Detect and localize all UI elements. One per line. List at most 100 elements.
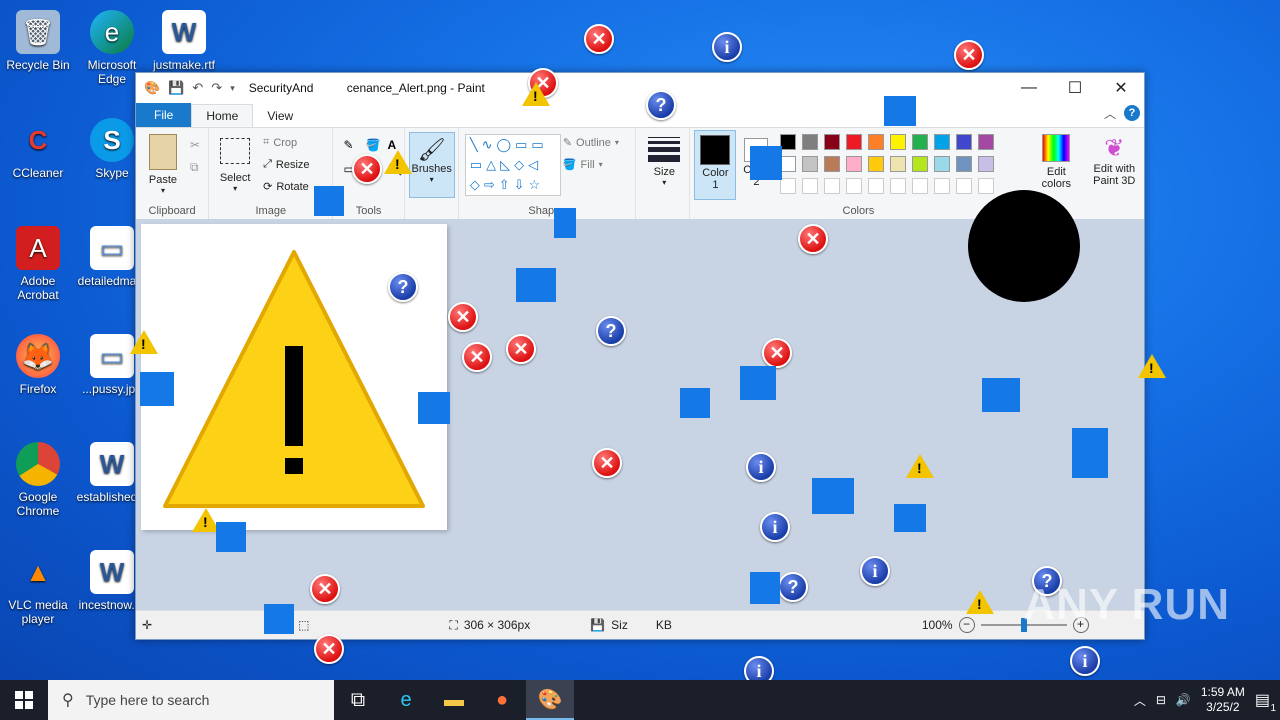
taskbar-paint[interactable]: 🎨 xyxy=(526,680,574,720)
undo-icon[interactable]: ↶ xyxy=(192,80,203,96)
customize-dropdown-icon[interactable]: ▾ xyxy=(230,83,235,94)
recycle-bin-icon: 🗑 xyxy=(16,10,60,54)
desktop-icon-acrobat[interactable]: A Adobe Acrobat xyxy=(0,226,76,302)
info-icon: i xyxy=(746,452,776,482)
palette-swatch[interactable] xyxy=(890,134,907,150)
palette-swatch[interactable] xyxy=(868,134,885,150)
palette-empty-swatch[interactable] xyxy=(824,178,841,194)
glitch-block xyxy=(894,504,926,532)
redo-icon[interactable]: ↷ xyxy=(211,80,222,96)
minimize-button[interactable]: — xyxy=(1006,73,1052,103)
help-icon[interactable]: ? xyxy=(1124,105,1140,121)
palette-swatch[interactable] xyxy=(912,134,929,150)
outline-button[interactable]: ✎ Outline ▾ xyxy=(563,136,619,150)
search-placeholder: Type here to search xyxy=(85,692,210,708)
palette-swatch[interactable] xyxy=(824,156,841,172)
palette-swatch[interactable] xyxy=(846,134,863,150)
palette-swatch[interactable] xyxy=(890,156,907,172)
task-view-button[interactable]: ⧉ xyxy=(334,680,382,720)
crop-button[interactable]: ⌗ Crop xyxy=(263,136,297,149)
paste-button[interactable]: Paste ▾ xyxy=(146,134,180,195)
palette-swatch[interactable] xyxy=(802,156,819,172)
skype-icon: S xyxy=(90,118,134,162)
rotate-button[interactable]: ⟳ Rotate xyxy=(263,180,309,194)
network-icon[interactable]: ⊟ xyxy=(1156,693,1166,707)
brushes-button[interactable]: 🖌 Brushes ▾ xyxy=(408,132,455,198)
palette-swatch[interactable] xyxy=(912,156,929,172)
desktop-icon-recycle-bin[interactable]: 🗑 Recycle Bin xyxy=(0,10,76,72)
palette-swatch[interactable] xyxy=(934,134,951,150)
palette-empty-swatch[interactable] xyxy=(934,178,951,194)
size-button[interactable]: Size ▾ xyxy=(644,134,684,187)
error-icon: ✕ xyxy=(310,574,340,604)
image-canvas[interactable] xyxy=(141,224,447,530)
tab-file[interactable]: File xyxy=(136,103,192,127)
palette-empty-swatch[interactable] xyxy=(978,178,995,194)
desktop: 🗑 Recycle Bin e Microsoft Edge W justmak… xyxy=(0,0,1280,686)
pencil-icon[interactable]: ✎ xyxy=(343,138,353,152)
palette-swatch[interactable] xyxy=(802,134,819,150)
edit-colors-button[interactable]: Edit colors xyxy=(1032,134,1080,190)
palette-empty-swatch[interactable] xyxy=(780,178,797,194)
volume-icon[interactable]: 🔊 xyxy=(1176,693,1191,707)
collapse-ribbon-icon[interactable]: ︿ xyxy=(1104,105,1116,122)
warning-icon xyxy=(130,330,158,354)
taskbar-search[interactable]: ⚲ Type here to search xyxy=(48,680,334,720)
error-icon: ✕ xyxy=(314,634,344,664)
select-button[interactable]: Select ▾ xyxy=(215,134,255,193)
zoom-out-button[interactable]: − xyxy=(958,617,975,633)
shapes-group: ╲∿◯▭▭ ▭△◺◇◁ ◇⇨⇧⇩☆ ✎ Outline ▾ 🪣 Fill ▾ Shapes xyxy=(459,128,637,220)
copy-icon[interactable]: ⧉ xyxy=(190,160,199,175)
desktop-icon-label: ...pussy.jpg xyxy=(82,382,142,396)
desktop-icon-ccleaner[interactable]: C CCleaner xyxy=(0,118,76,180)
search-icon: ⚲ xyxy=(62,692,74,709)
desktop-icon-firefox[interactable]: 🦊 Firefox xyxy=(0,334,76,396)
palette-swatch[interactable] xyxy=(978,156,995,172)
taskbar-explorer[interactable]: ▬ xyxy=(430,680,478,720)
fill-icon[interactable]: 🪣 xyxy=(365,138,380,152)
warning-icon xyxy=(384,150,412,174)
tab-view[interactable]: View xyxy=(253,105,307,127)
start-button[interactable] xyxy=(0,680,48,720)
taskbar-edge[interactable]: e xyxy=(382,680,430,720)
tray-chevron-icon[interactable]: ︿ xyxy=(1134,692,1146,709)
clock[interactable]: 1:59 AM 3/25/2 xyxy=(1201,685,1245,715)
tab-home[interactable]: Home xyxy=(191,104,254,127)
palette-swatch[interactable] xyxy=(934,156,951,172)
notification-icon[interactable]: ▤ 1 xyxy=(1255,690,1276,714)
palette-empty-swatch[interactable] xyxy=(956,178,973,194)
vlc-icon: ▲ xyxy=(25,557,51,587)
palette-empty-swatch[interactable] xyxy=(846,178,863,194)
palette-empty-swatch[interactable] xyxy=(868,178,885,194)
resize-button[interactable]: ⤢ Resize xyxy=(263,158,309,171)
close-button[interactable]: ✕ xyxy=(1098,73,1144,103)
palette-empty-swatch[interactable] xyxy=(802,178,819,194)
palette-swatch[interactable] xyxy=(868,156,885,172)
palette-swatch[interactable] xyxy=(956,134,973,150)
palette-empty-swatch[interactable] xyxy=(890,178,907,194)
palette-swatch[interactable] xyxy=(956,156,973,172)
maximize-button[interactable]: ☐ xyxy=(1052,73,1098,103)
palette-swatch[interactable] xyxy=(824,134,841,150)
edge-icon: e xyxy=(90,10,134,54)
desktop-icon-chrome[interactable]: Google Chrome xyxy=(0,442,76,518)
desktop-icon-vlc[interactable]: ▲ VLC media player xyxy=(0,550,76,626)
palette-swatch[interactable] xyxy=(978,134,995,150)
glitch-block xyxy=(812,478,854,514)
taskbar: ⚲ Type here to search ⧉ e ▬ ● 🎨 ︿ ⊟ 🔊 1:… xyxy=(0,680,1280,720)
warning-icon xyxy=(966,590,994,614)
palette-swatch[interactable] xyxy=(780,156,797,172)
fill-button[interactable]: 🪣 Fill ▾ xyxy=(563,158,603,172)
save-icon[interactable]: 💾 xyxy=(168,80,184,96)
cut-icon[interactable]: ✂ xyxy=(190,138,200,152)
info-icon: i xyxy=(712,32,742,62)
palette-swatch[interactable] xyxy=(846,156,863,172)
desktop-icon-justmake[interactable]: W justmake.rtf xyxy=(146,10,222,72)
palette-swatch[interactable] xyxy=(780,134,797,150)
color1-button[interactable]: Color 1 xyxy=(694,130,737,200)
edit-paint3d-button[interactable]: ❦ Edit with Paint 3D xyxy=(1085,134,1143,187)
error-icon: ✕ xyxy=(592,448,622,478)
palette-empty-swatch[interactable] xyxy=(912,178,929,194)
taskbar-firefox[interactable]: ● xyxy=(478,680,526,720)
shapes-gallery[interactable]: ╲∿◯▭▭ ▭△◺◇◁ ◇⇨⇧⇩☆ xyxy=(464,134,561,196)
